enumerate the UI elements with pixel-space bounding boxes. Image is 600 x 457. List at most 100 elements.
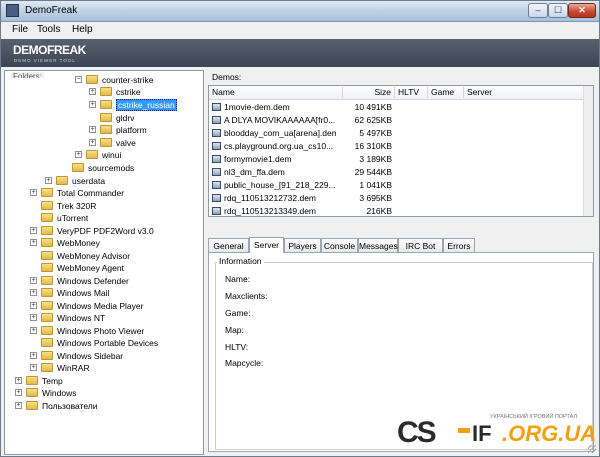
tree-item[interactable]: + Windows Sidebar <box>30 349 123 361</box>
tree-item[interactable]: + winui <box>75 148 121 160</box>
tree-item[interactable]: + cstrike_russian <box>89 98 177 111</box>
tree-item-label: cstrike_russian <box>116 98 177 111</box>
expand-toggle-icon[interactable]: + <box>15 377 22 385</box>
tree-item-label: Windows Mail <box>57 287 110 298</box>
tree-item[interactable]: + VeryPDF PDF2Word v3.0 <box>30 224 154 236</box>
tree-item[interactable]: + WebMoney <box>30 236 100 248</box>
info-field-label: Mapcycle: <box>225 358 264 368</box>
app-banner: DEMOFREAK DEMO VIEWER TOOL <box>1 39 599 67</box>
tree-item-label: Windows Sidebar <box>57 350 124 361</box>
tab-messages[interactable]: Messages <box>358 238 398 252</box>
expand-toggle-icon[interactable]: + <box>30 364 37 372</box>
tab-irc-bot[interactable]: IRC Bot <box>398 238 443 252</box>
tree-item[interactable]: + Windows Photo Viewer <box>30 324 144 336</box>
folder-icon <box>41 251 53 261</box>
tree-item[interactable]: WebMoney Agent <box>30 261 124 273</box>
demo-file-icon <box>212 142 221 150</box>
tree-item[interactable]: + Пользователи <box>15 399 97 411</box>
list-header: Name Size HLTV Game Server <box>209 86 593 100</box>
title-bar[interactable]: DemoFreak – ☐ ✕ <box>1 1 599 22</box>
watermark-cs: CS <box>397 416 437 449</box>
info-field-label: Game: <box>225 308 251 318</box>
tree-item[interactable]: + Temp <box>15 374 63 386</box>
folder-icon <box>41 226 53 236</box>
tree-item[interactable]: gldrv <box>89 111 134 123</box>
demo-file-icon <box>212 116 221 124</box>
tree-item[interactable]: sourcemods <box>61 161 134 173</box>
demo-size: 29 544KB <box>354 167 392 177</box>
expand-toggle-icon[interactable]: + <box>30 314 37 322</box>
tree-item[interactable]: WebMoney Advisor <box>30 249 130 261</box>
tab-general[interactable]: General <box>208 238 249 252</box>
demo-name: rdq_110513213349.dem <box>224 206 317 216</box>
tab-players[interactable]: Players <box>284 238 321 252</box>
tree-item[interactable]: + Windows NT <box>30 311 105 323</box>
demo-row[interactable]: public_house_[91_218_229... 1 041KB <box>209 179 593 191</box>
tree-item[interactable]: + cstrike <box>89 85 141 97</box>
minimize-button[interactable]: – <box>528 3 548 18</box>
demo-row[interactable]: nl3_dm_ffa.dem 29 544KB <box>209 166 593 178</box>
expand-toggle-icon[interactable]: + <box>30 277 37 285</box>
menu-file[interactable]: File <box>12 24 28 35</box>
expand-toggle-icon[interactable]: + <box>30 227 37 235</box>
folder-tree[interactable]: − counter-strike + cstrike + cstrike_russian g… <box>4 70 204 455</box>
expand-toggle-icon[interactable]: − <box>75 76 82 84</box>
tree-item[interactable]: + Windows Defender <box>30 274 129 286</box>
demo-row[interactable]: bloodday_com_ua[arena].dem 5 497KB <box>209 127 593 139</box>
column-size[interactable]: Size <box>343 87 395 98</box>
tree-item[interactable]: + platform <box>89 123 147 135</box>
maximize-button[interactable]: ☐ <box>548 3 568 18</box>
tree-item[interactable]: + WinRAR <box>30 361 90 373</box>
close-button[interactable]: ✕ <box>568 3 596 18</box>
expand-toggle-icon[interactable]: + <box>15 402 22 410</box>
expand-toggle-icon[interactable]: + <box>89 139 96 147</box>
expand-toggle-icon[interactable]: + <box>30 189 37 197</box>
tab-errors[interactable]: Errors <box>443 238 475 252</box>
watermark-domain: .ORG.UA <box>502 421 597 446</box>
expand-toggle-icon[interactable]: + <box>30 239 37 247</box>
column-server[interactable]: Server <box>464 87 586 98</box>
demo-name: public_house_[91_218_229... <box>224 180 336 190</box>
expand-toggle-icon[interactable]: + <box>30 352 37 360</box>
tree-item-label: uTorrent <box>57 212 89 223</box>
folder-icon <box>26 388 38 398</box>
tree-item[interactable]: uTorrent <box>30 211 88 223</box>
expand-toggle-icon[interactable]: + <box>15 389 22 397</box>
tree-item[interactable]: Windows Portable Devices <box>30 336 158 348</box>
tree-item[interactable]: + userdata <box>45 174 105 186</box>
column-game[interactable]: Game <box>428 87 464 98</box>
tree-item[interactable]: + Windows Mail <box>30 286 109 298</box>
expand-toggle-icon[interactable]: + <box>30 289 37 297</box>
demo-row[interactable]: formymovie1.dem 3 189KB <box>209 153 593 165</box>
expand-toggle-icon[interactable]: + <box>30 302 37 310</box>
tree-item[interactable]: Trek 320R <box>30 199 96 211</box>
expand-toggle-icon[interactable]: + <box>30 327 37 335</box>
tree-item[interactable]: + Windows Media Player <box>30 299 143 311</box>
expand-toggle-icon[interactable]: + <box>89 88 96 96</box>
demo-row[interactable]: A DLYA MOVIKAAAAAA[fr0... 62 625KB <box>209 114 593 126</box>
column-hltv[interactable]: HLTV <box>395 87 428 98</box>
demo-row[interactable]: cs.playground.org.ua_cs10... 16 310KB <box>209 140 593 152</box>
demo-row[interactable]: 1movie-dem.dem 10 491KB <box>209 101 593 113</box>
expand-toggle-icon[interactable]: + <box>89 101 96 109</box>
tree-item[interactable]: + Total Commander <box>30 186 124 198</box>
expand-toggle-icon[interactable]: + <box>45 177 52 185</box>
folder-icon <box>56 176 68 186</box>
tab-server[interactable]: Server <box>249 237 284 253</box>
tree-item-label: gldrv <box>116 112 135 123</box>
demo-row[interactable]: rdq_110513212732.dem 3 695KB <box>209 192 593 204</box>
column-name[interactable]: Name <box>209 87 343 98</box>
demos-list[interactable]: Name Size HLTV Game Server 1movie-dem.de… <box>208 85 594 217</box>
demo-size: 3 695KB <box>359 193 392 203</box>
tree-item[interactable]: + valve <box>89 136 136 148</box>
tree-item[interactable]: + Windows <box>15 386 76 398</box>
demo-row[interactable]: rdq_110513213349.dem 216KB <box>209 205 593 216</box>
demo-file-icon <box>212 129 221 137</box>
watermark-tagline: УКРАЇНСЬКИЙ ІГРОВИЙ ПОРТАЛ <box>490 414 578 420</box>
menu-tools[interactable]: Tools <box>37 24 60 35</box>
tab-console[interactable]: Console <box>321 238 358 252</box>
tree-item[interactable]: − counter-strike <box>75 73 154 85</box>
menu-help[interactable]: Help <box>72 24 93 35</box>
expand-toggle-icon[interactable]: + <box>89 126 96 134</box>
expand-toggle-icon[interactable]: + <box>75 151 82 159</box>
